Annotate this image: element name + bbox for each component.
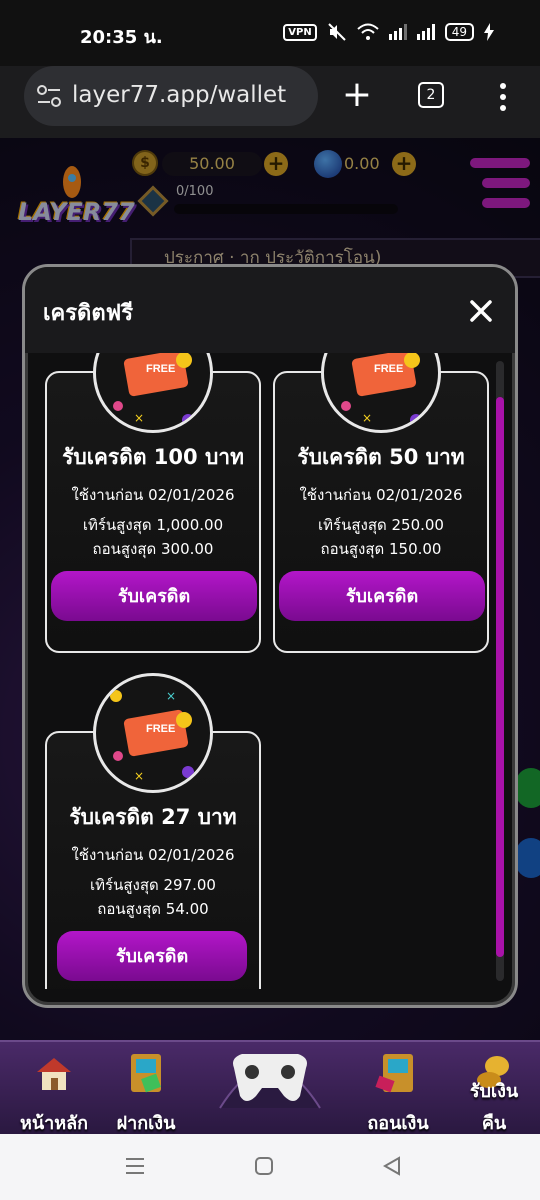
mute-icon [328,23,346,41]
free-badge: × FREE × [93,673,213,793]
credit-max-turnover: เทิร์นสูงสุด 297.00 [90,876,216,894]
badge-label: FREE [146,363,175,375]
scrollbar-thumb[interactable] [496,397,504,957]
back-icon[interactable] [382,1156,402,1176]
credit-max-turnover: เทิร์นสูงสุด 1,000.00 [82,516,224,534]
nav-deposit-label: ฝากเงิน [116,1113,176,1134]
nav-home-label: หน้าหลัก [19,1113,89,1134]
atm-icon [131,1054,161,1093]
wifi-icon [357,23,379,40]
tune-icon[interactable] [36,84,62,108]
status-icons: VPN 49 [283,22,494,42]
credit-max-withdraw: ถอนสูงสุด 150.00 [320,540,442,558]
credit-card-100: FREE × รับเครดิต 100 บาท ใช้งานก่อน 02/0… [45,353,261,653]
free-card-icon: × FREE × [110,689,194,783]
signal-icon-2 [416,24,435,40]
claim-credit-button[interactable]: รับเครดิต [57,931,247,981]
svg-text:×: × [134,769,144,783]
credit-list[interactable]: FREE × รับเครดิต 100 บาท ใช้งานก่อน 02/0… [25,353,515,989]
status-time: 20:35 น. [80,27,163,48]
url-text[interactable]: layer77.app/wallet [72,82,286,108]
nav-cashback-label-2: คืน [481,1113,507,1134]
free-card-icon: FREE × [113,353,194,426]
credit-title: รับเครดิต 100 บาท [62,445,244,469]
credit-title: รับเครดิต 27 บาท [69,805,237,829]
nav-withdraw[interactable]: ถอนเงิน [356,1042,440,1136]
battery-icon: 49 [444,23,474,41]
modal-title: เครดิตฟรี [43,301,134,326]
svg-text:×: × [362,411,372,425]
credit-valid-until: ใช้งานก่อน 02/01/2026 [71,846,235,864]
browser-toolbar: layer77.app/wallet + 2 [0,66,540,138]
modal-header: เครดิตฟรี [25,267,515,353]
free-credit-modal: เครดิตฟรี FREE × รับเครดิต 100 บาท ใช้งา… [22,264,518,1008]
credit-title: รับเครดิต 50 บาท [297,445,465,469]
recents-menu-icon[interactable] [124,1156,146,1176]
close-icon[interactable] [469,299,493,323]
new-tab-plus-icon[interactable]: + [340,77,374,113]
free-badge: FREE × [93,353,213,433]
house-icon [37,1058,71,1090]
charging-icon [484,23,494,41]
tabs-icon[interactable]: 2 [418,82,444,108]
badge-label: FREE [374,363,403,375]
free-card-icon: FREE × [341,353,422,426]
signal-icon [388,24,407,40]
credit-valid-until: ใช้งานก่อน 02/01/2026 [299,486,463,504]
gamepad-icon[interactable] [200,1018,340,1118]
badge-label: FREE [146,723,175,735]
credit-card-50: FREE × รับเครดิต 50 บาท ใช้งานก่อน 02/01… [273,353,489,653]
nav-cashback-label-1: รับเงิน [469,1081,519,1102]
nav-deposit[interactable]: ฝากเงิน [104,1042,188,1136]
credit-card-27: × FREE × รับเครดิต 27 บาท ใช้งานก่อน 02/… [45,673,261,989]
credit-max-withdraw: ถอนสูงสุด 300.00 [92,540,214,558]
atm-icon [375,1054,413,1093]
nav-withdraw-label: ถอนเงิน [367,1113,429,1134]
free-badge: FREE × [321,353,441,433]
home-icon[interactable] [254,1156,274,1176]
svg-text:×: × [166,689,176,703]
claim-credit-button[interactable]: รับเครดิต [279,571,485,621]
address-bar[interactable]: layer77.app/wallet [24,66,318,126]
status-bar: 20:35 น. VPN 49 [0,0,540,66]
system-nav-bar [0,1134,540,1200]
credit-max-turnover: เทิร์นสูงสุด 250.00 [318,516,444,534]
claim-credit-button[interactable]: รับเครดิต [51,571,257,621]
nav-cashback[interactable]: รับเงิน คืน [452,1042,536,1136]
more-vert-icon[interactable] [496,82,510,112]
svg-text:×: × [134,411,144,425]
credit-max-withdraw: ถอนสูงสุด 54.00 [97,900,209,918]
nav-home[interactable]: หน้าหลัก [4,1042,104,1136]
vpn-icon: VPN [283,23,317,41]
credit-valid-until: ใช้งานก่อน 02/01/2026 [71,486,235,504]
